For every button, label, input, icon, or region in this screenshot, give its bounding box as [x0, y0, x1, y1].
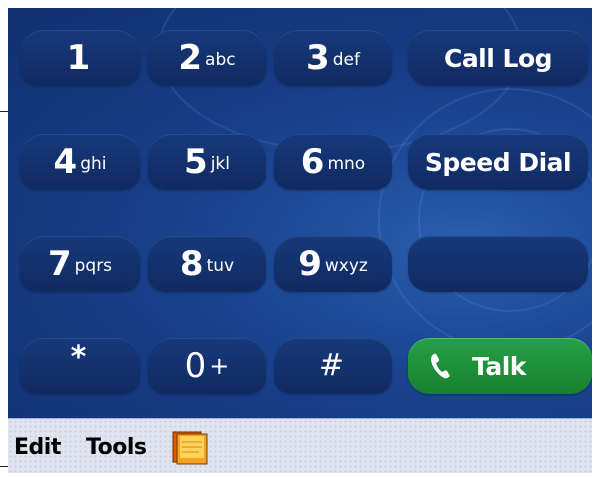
key-digit: 1 — [66, 38, 91, 78]
tools-menu-button[interactable]: Tools — [86, 435, 147, 460]
key-6[interactable]: 6 mno — [274, 134, 392, 190]
key-2[interactable]: 2 abc — [148, 30, 266, 86]
call-log-button[interactable]: Call Log — [408, 30, 588, 86]
key-4[interactable]: 4 ghi — [20, 134, 140, 190]
key-5[interactable]: 5 jkl — [148, 134, 266, 190]
key-digit: 4 — [53, 142, 78, 182]
key-letters: wxyz — [324, 256, 368, 276]
talk-button[interactable]: Talk — [408, 338, 592, 394]
key-digit: 6 — [300, 142, 325, 182]
key-7[interactable]: 7 pqrs — [20, 236, 140, 292]
phone-handset-icon — [431, 353, 450, 379]
key-letters: def — [332, 50, 360, 70]
key-hash[interactable]: # — [274, 338, 392, 394]
key-digit: 5 — [184, 142, 208, 182]
speed-dial-button[interactable]: Speed Dial — [408, 134, 588, 190]
talk-label: Talk — [472, 351, 526, 381]
key-digit: # — [318, 348, 345, 383]
key-digit: 3 — [306, 38, 330, 78]
key-9[interactable]: 9 wxyz — [274, 236, 392, 292]
key-digit: 2 — [178, 38, 203, 78]
key-digit: 8 — [179, 244, 204, 284]
key-1[interactable]: 1 — [20, 30, 140, 86]
key-star[interactable]: * — [20, 338, 140, 394]
key-letters: tuv — [206, 256, 235, 276]
key-digit: * — [70, 340, 87, 375]
key-letters: pqrs — [74, 256, 113, 276]
key-letters: jkl — [210, 154, 230, 174]
key-digit: 9 — [298, 244, 322, 284]
blank-function-button[interactable] — [408, 236, 588, 292]
key-digit: 7 — [47, 244, 72, 284]
edit-menu-button[interactable]: Edit — [14, 435, 61, 460]
key-0[interactable]: 0 + — [148, 338, 266, 394]
phone-dialer-screen: 1 2 abc 3 def Call Log 4 ghi 5 jkl 6 mno… — [8, 8, 592, 473]
key-8[interactable]: 8 tuv — [148, 236, 266, 292]
key-digit: 0 — [184, 346, 207, 386]
notes-icon[interactable] — [171, 430, 211, 466]
key-letters: abc — [205, 50, 236, 70]
keypad-area: 1 2 abc 3 def Call Log 4 ghi 5 jkl 6 mno… — [8, 8, 592, 418]
call-log-label: Call Log — [443, 43, 553, 73]
bottom-toolbar: Edit Tools — [8, 418, 592, 473]
key-letters: ghi — [80, 154, 107, 174]
key-letters: + — [209, 352, 230, 380]
speed-dial-label: Speed Dial — [424, 147, 572, 177]
key-3[interactable]: 3 def — [274, 30, 392, 86]
key-letters: mno — [327, 154, 366, 174]
